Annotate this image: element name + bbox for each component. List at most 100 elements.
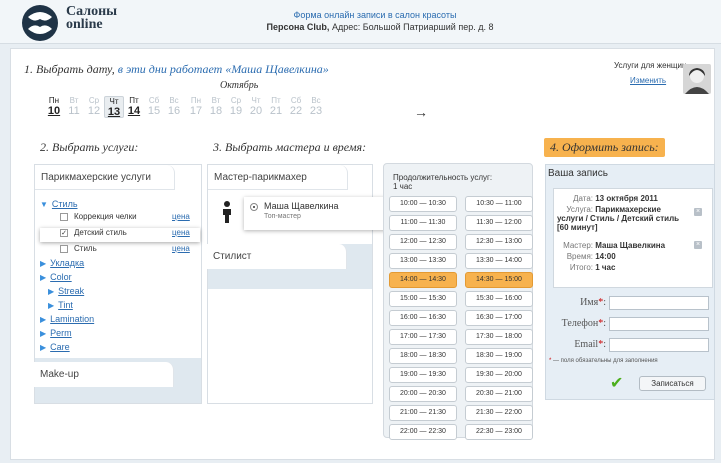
time-slot[interactable]: 10:30 — 11:00 [465,196,533,212]
tab-hair-services[interactable]: Парикмахерские услуги [35,165,175,190]
phone-label: Телефон*: [561,318,606,329]
time-slot[interactable]: 22:30 — 23:00 [465,424,533,440]
remove-master-icon[interactable]: × [694,241,702,249]
name-required-mark: * [598,297,604,308]
price-link[interactable]: цена [172,244,190,253]
calendar-date: 22 [289,105,303,117]
time-slot[interactable]: 21:00 — 21:30 [389,405,457,421]
calendar-day[interactable]: Пн 10 [44,96,64,118]
price-link[interactable]: цена [172,212,190,221]
category-label: Lamination [50,314,95,324]
calendar-day: Сб 15 [144,96,164,118]
master-name: Маша Щавелкина [264,201,339,211]
time-slot[interactable]: 11:00 — 11:30 [389,215,457,231]
triangle-right-icon: ▶ [40,315,47,324]
time-slot[interactable]: 20:00 — 20:30 [389,386,457,402]
calendar-next-arrow-icon[interactable]: → [414,104,428,120]
step4-heading: 4. Оформить запись: [544,138,665,157]
tab-makeup[interactable]: Make-up [34,362,174,387]
master-option[interactable]: Маша Щавелкина [250,201,338,211]
calendar-date: 14 [127,105,141,117]
category-item[interactable]: ▶ Lamination [40,314,94,324]
category-item[interactable]: ▶ Care [40,342,70,352]
change-link[interactable]: Изменить [630,76,666,85]
name-label: Имя*: [580,297,606,308]
time-slot[interactable]: 15:00 — 15:30 [389,291,457,307]
remove-service-icon[interactable]: × [694,208,702,216]
step1-prefix: 1. Выбрать дату, [24,62,115,76]
triangle-right-icon: ▶ [40,343,47,352]
category-item[interactable]: ▶ Tint [48,300,73,310]
checkmark-icon: ✔ [610,375,624,392]
time-slot[interactable]: 10:00 — 10:30 [389,196,457,212]
brand-line2: online [66,17,103,32]
logo-icon [22,5,58,41]
booking-time: Время: 14:00 [557,252,616,261]
booking-summary [553,188,713,288]
email-field[interactable] [609,338,709,352]
time-slot[interactable]: 17:30 — 18:00 [465,329,533,345]
calendar-day: Пт 21 [266,96,286,118]
time-slot[interactable]: 16:00 — 16:30 [389,310,457,326]
phone-field[interactable] [609,317,709,331]
avatar [683,64,711,94]
name-field[interactable] [609,296,709,310]
time-slot[interactable]: 13:00 — 13:30 [389,253,457,269]
triangle-down-icon: ▼ [40,200,48,209]
category-item[interactable]: ▶ Color [40,272,72,282]
time-slot[interactable]: 12:00 — 12:30 [389,234,457,250]
price-link[interactable]: цена [172,228,190,237]
triangle-right-icon: ▶ [40,259,47,268]
calendar-day: Вс 23 [306,96,326,118]
calendar-day: Чт 20 [246,96,266,118]
time-slot[interactable]: 18:30 — 19:00 [465,348,533,364]
time-slot[interactable]: 16:30 — 17:00 [465,310,533,326]
date-value: 13 октября 2011 [595,194,658,203]
calendar-date: 12 [87,105,101,117]
step1-link[interactable]: в эти дни работает «Маша Щавелкина» [118,62,329,76]
submit-button[interactable]: Записаться [639,376,706,391]
calendar-day: Сб 22 [286,96,306,118]
time-slot[interactable]: 12:30 — 13:00 [465,234,533,250]
category-label: Perm [50,328,72,338]
time-slot[interactable]: 19:00 — 19:30 [389,367,457,383]
category-label: Care [50,342,70,352]
duration-label: Продолжительность услуг: [393,173,493,182]
time-slot[interactable]: 21:30 — 22:00 [465,405,533,421]
master-group-stylist[interactable]: Стилист [207,244,347,269]
checkbox[interactable]: ✓ [60,228,68,237]
radio-icon[interactable] [250,202,258,211]
time-slot[interactable]: 14:30 — 15:00 [465,272,533,288]
calendar-date: 11 [68,105,80,117]
time-slot[interactable]: 14:00 — 14:30 [389,272,457,288]
checkbox[interactable] [60,212,68,221]
category-item[interactable]: ▶ Укладка [40,258,84,268]
calendar-day[interactable]: Чт 13 [104,96,124,118]
time-slot[interactable]: 20:30 — 21:00 [465,386,533,402]
time-slot[interactable]: 13:30 — 14:00 [465,253,533,269]
salon-address: Адрес: Большой Патриарший пер. д. 8 [331,22,494,32]
checkbox[interactable] [60,244,68,253]
category-item[interactable]: ▶ Perm [40,328,72,338]
email-label: Email*: [574,339,606,350]
category-label: Укладка [50,258,85,268]
booking-date: Дата: 13 октября 2011 [557,194,658,203]
time-slot[interactable]: 17:00 — 17:30 [389,329,457,345]
category-style-label: Стиль [51,199,78,209]
time-slot[interactable]: 11:30 — 12:00 [465,215,533,231]
service-option[interactable]: ✓ Детский стиль [60,228,127,237]
category-item[interactable]: ▶ Streak [48,286,84,296]
time-value: 14:00 [595,252,616,261]
service-option[interactable]: Стиль [60,244,97,253]
time-slot[interactable]: 18:00 — 18:30 [389,348,457,364]
master-role: Топ-мастер [264,213,301,220]
time-slot[interactable]: 19:30 — 20:00 [465,367,533,383]
category-style[interactable]: ▼ Стиль [40,199,78,209]
calendar-day[interactable]: Пт 14 [124,96,144,118]
time-slot[interactable]: 15:30 — 16:00 [465,291,533,307]
service-option[interactable]: Коррекция челки [60,212,137,221]
phone-required-mark: * [598,318,604,329]
phone-label-text: Телефон [561,318,599,329]
calendar-date: 21 [269,105,283,117]
time-slot[interactable]: 22:00 — 22:30 [389,424,457,440]
